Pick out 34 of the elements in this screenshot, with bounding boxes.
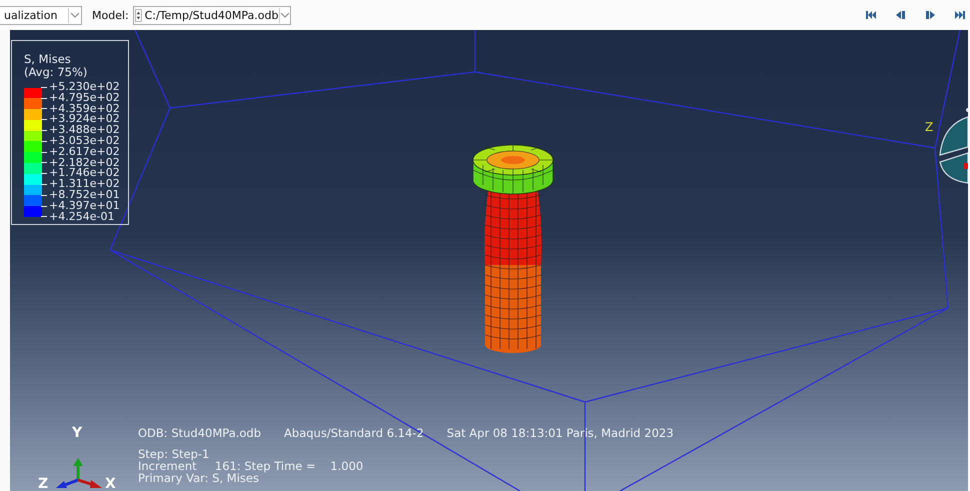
legend-value: +2.617e+02 [49,146,120,158]
legend-value: +3.053e+02 [49,136,120,147]
primary-variable-text: Primary Var: S, Mises [138,472,259,484]
legend-value: +4.795e+02 [49,92,120,104]
view-triad-icon [938,105,968,185]
axis-label: X [105,477,116,491]
legend-value: +5.230e+02 [49,82,120,93]
axis-triad-icon [54,458,104,488]
legend-value: +1.311e+02 [49,179,120,190]
model-label: Model: [92,8,129,22]
legend-subtitle: (Avg: 75%) [24,66,88,79]
next-frame-icon [925,10,937,20]
step-text: Step: Step-1 [138,448,210,460]
first-frame-icon [865,10,877,20]
axis-label: Z [925,121,934,133]
legend-value: +3.488e+02 [49,125,120,136]
spin-arrows-icon [134,8,142,22]
legend-value: +2.182e+02 [49,158,120,168]
legend-value: +4.359e+02 [49,104,120,114]
legend-title: S, Mises [24,53,71,66]
axis-label: Y [72,426,82,440]
legend-value: +3.924e+02 [49,114,120,126]
legend-value: +1.746e+02 [49,168,120,180]
module-dropdown[interactable]: ualization [0,6,82,24]
increment-text: Increment 161: Step Time = 1.000 [138,460,364,472]
axis-label: Z [38,477,48,491]
last-frame-icon [955,10,967,20]
solver-version: Abaqus/Standard 6.14-2 [284,427,424,439]
legend-value: +4.254e-01 [49,212,114,222]
odb-name: ODB: Stud40MPa.odb [138,427,262,439]
previous-frame-icon [895,10,907,20]
model-dropdown[interactable]: C:/Temp/Stud40MPa.odb [132,6,291,24]
legend-value: +4.397e+01 [49,200,120,212]
legend-value: +8.752e+01 [49,190,120,201]
